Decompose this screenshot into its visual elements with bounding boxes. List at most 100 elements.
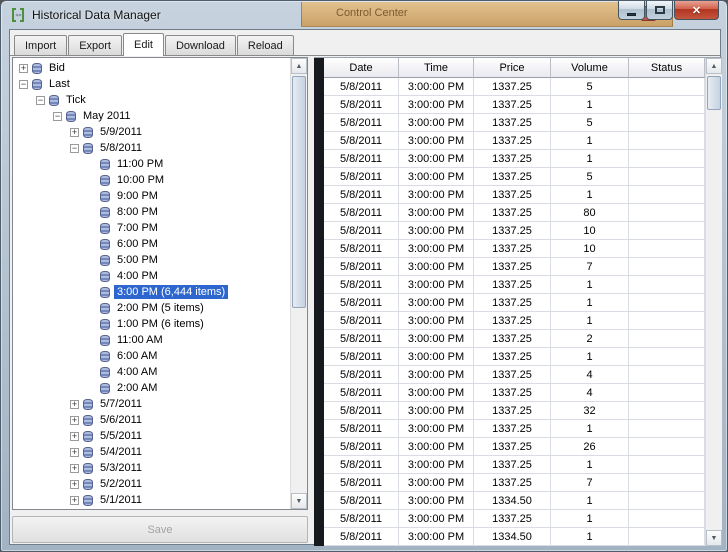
tree-item[interactable]: − Tick [13, 92, 290, 108]
minimize-button[interactable] [618, 1, 645, 20]
grid-cell[interactable]: 1 [551, 294, 629, 312]
grid-cell[interactable]: 3:00:00 PM [399, 78, 474, 96]
tree-expand-icon[interactable]: + [70, 399, 79, 409]
grid-cell[interactable]: 10 [551, 240, 629, 258]
grid-scrollbar[interactable]: ▲ ▼ [705, 58, 722, 546]
grid-cell[interactable]: 5/8/2011 [324, 438, 399, 456]
grid-cell[interactable] [629, 168, 705, 186]
tree-item[interactable]: 4:00 PM [13, 268, 290, 284]
grid-cell[interactable]: 1337.25 [474, 204, 551, 222]
grid-cell[interactable]: 5/8/2011 [324, 474, 399, 492]
tree-item[interactable]: + 5/4/2011 [13, 444, 290, 460]
table-row[interactable]: 5/8/2011 3:00:00 PM 1337.25 1 [324, 456, 705, 474]
tree-item[interactable]: 4:00 AM [13, 364, 290, 380]
scroll-down-icon[interactable]: ▼ [706, 530, 722, 546]
grid-cell[interactable] [629, 438, 705, 456]
grid-cell[interactable]: 1337.25 [474, 402, 551, 420]
table-row[interactable]: 5/8/2011 3:00:00 PM 1337.25 5 [324, 114, 705, 132]
grid-cell[interactable]: 1337.25 [474, 78, 551, 96]
grid-cell[interactable] [629, 204, 705, 222]
grid-cell[interactable]: 5 [551, 78, 629, 96]
grid-cell[interactable]: 3:00:00 PM [399, 222, 474, 240]
table-row[interactable]: 5/8/2011 3:00:00 PM 1337.25 1 [324, 150, 705, 168]
tree-item[interactable]: 10:00 PM [13, 172, 290, 188]
grid-cell[interactable]: 1337.25 [474, 348, 551, 366]
tree-item[interactable]: 2:00 AM [13, 380, 290, 396]
grid-cell[interactable] [629, 492, 705, 510]
tree-item[interactable]: 9:00 PM [13, 188, 290, 204]
tree-expand-icon[interactable]: + [70, 415, 79, 425]
grid-cell[interactable]: 26 [551, 438, 629, 456]
grid-cell[interactable]: 1337.25 [474, 330, 551, 348]
table-row[interactable]: 5/8/2011 3:00:00 PM 1337.25 1 [324, 132, 705, 150]
grid-cell[interactable]: 1 [551, 420, 629, 438]
grid-cell[interactable]: 5/8/2011 [324, 132, 399, 150]
grid-cell[interactable] [629, 312, 705, 330]
grid-cell[interactable] [629, 348, 705, 366]
tree-expand-icon[interactable]: − [36, 95, 45, 105]
grid-cell[interactable]: 1334.50 [474, 528, 551, 546]
grid-cell[interactable]: 1337.25 [474, 240, 551, 258]
grid-cell[interactable]: 3:00:00 PM [399, 276, 474, 294]
grid-cell[interactable]: 10 [551, 222, 629, 240]
grid-cell[interactable] [629, 474, 705, 492]
grid-cell[interactable]: 7 [551, 474, 629, 492]
grid-cell[interactable]: 5 [551, 168, 629, 186]
grid-cell[interactable]: 1 [551, 312, 629, 330]
grid-cell[interactable]: 3:00:00 PM [399, 348, 474, 366]
grid-scrollbar-thumb[interactable] [707, 76, 721, 110]
grid-cell[interactable]: 1337.25 [474, 474, 551, 492]
grid-cell[interactable]: 5/8/2011 [324, 348, 399, 366]
tree-item[interactable]: 2:00 PM (5 items) [13, 300, 290, 316]
grid-cell[interactable]: 1 [551, 348, 629, 366]
grid-cell[interactable]: 32 [551, 402, 629, 420]
grid-cell[interactable]: 2 [551, 330, 629, 348]
grid-cell[interactable]: 1334.50 [474, 492, 551, 510]
grid-cell[interactable]: 4 [551, 384, 629, 402]
tree-expand-icon[interactable]: − [53, 111, 62, 121]
grid-cell[interactable]: 5/8/2011 [324, 330, 399, 348]
grid-cell[interactable]: 5/8/2011 [324, 150, 399, 168]
table-row[interactable]: 5/8/2011 3:00:00 PM 1337.25 80 [324, 204, 705, 222]
grid-cell[interactable]: 5/8/2011 [324, 96, 399, 114]
tree-expand-icon[interactable]: + [70, 127, 79, 137]
grid-cell[interactable] [629, 528, 705, 546]
grid-cell[interactable]: 3:00:00 PM [399, 150, 474, 168]
tree-item[interactable]: 11:00 PM [13, 156, 290, 172]
grid-cell[interactable]: 1337.25 [474, 276, 551, 294]
grid-cell[interactable]: 3:00:00 PM [399, 294, 474, 312]
grid-cell[interactable]: 3:00:00 PM [399, 492, 474, 510]
grid-cell[interactable]: 5/8/2011 [324, 240, 399, 258]
grid-cell[interactable]: 1337.25 [474, 366, 551, 384]
grid-cell[interactable] [629, 510, 705, 528]
grid-cell[interactable]: 1337.25 [474, 168, 551, 186]
grid-cell[interactable]: 1337.25 [474, 132, 551, 150]
tree-scrollbar[interactable]: ▲ ▼ [290, 58, 307, 509]
grid-cell[interactable]: 1337.25 [474, 222, 551, 240]
grid-cell[interactable]: 5 [551, 114, 629, 132]
tree-item[interactable]: + 5/5/2011 [13, 428, 290, 444]
column-header[interactable]: Date [324, 58, 399, 78]
tree-item[interactable]: 6:00 AM [13, 348, 290, 364]
grid-cell[interactable]: 4 [551, 366, 629, 384]
tree-item[interactable]: − Last [13, 76, 290, 92]
tree-item[interactable]: 3:00 PM (6,444 items) [13, 284, 290, 300]
table-row[interactable]: 5/8/2011 3:00:00 PM 1337.25 1 [324, 510, 705, 528]
tree-expand-icon[interactable]: + [19, 63, 28, 73]
table-row[interactable]: 5/8/2011 3:00:00 PM 1334.50 1 [324, 528, 705, 546]
tab[interactable]: Export [68, 35, 122, 55]
table-row[interactable]: 5/8/2011 3:00:00 PM 1337.25 2 [324, 330, 705, 348]
tree-expand-icon[interactable]: + [70, 495, 79, 505]
grid-cell[interactable]: 1337.25 [474, 438, 551, 456]
grid-cell[interactable]: 5/8/2011 [324, 420, 399, 438]
tree-expand-icon[interactable]: + [70, 431, 79, 441]
column-header[interactable]: Time [399, 58, 474, 78]
table-row[interactable]: 5/8/2011 3:00:00 PM 1337.25 1 [324, 186, 705, 204]
table-row[interactable]: 5/8/2011 3:00:00 PM 1337.25 10 [324, 240, 705, 258]
table-row[interactable]: 5/8/2011 3:00:00 PM 1334.50 1 [324, 492, 705, 510]
tree-item[interactable]: + Bid [13, 60, 290, 76]
grid-cell[interactable] [629, 150, 705, 168]
table-row[interactable]: 5/8/2011 3:00:00 PM 1337.25 7 [324, 474, 705, 492]
grid-cell[interactable]: 1337.25 [474, 510, 551, 528]
tree-item[interactable]: 7:00 PM [13, 220, 290, 236]
